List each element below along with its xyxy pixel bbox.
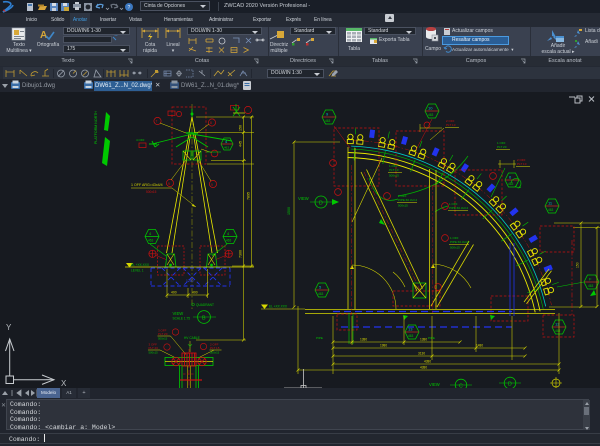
svg-text:8: 8 xyxy=(210,121,212,125)
svg-text:463: 463 xyxy=(148,239,154,243)
svg-text:1250: 1250 xyxy=(186,279,194,283)
svg-text:4380: 4380 xyxy=(424,360,431,364)
svg-text:LEVEL 1: LEVEL 1 xyxy=(131,269,144,273)
svg-text:1380: 1380 xyxy=(360,338,367,342)
svg-text:F: F xyxy=(589,277,592,282)
svg-text:10: 10 xyxy=(428,106,433,111)
svg-text:463: 463 xyxy=(428,113,434,117)
svg-text:EL +XX.XXX: EL +XX.XXX xyxy=(269,305,288,309)
svg-text:SCALE 1:75: SCALE 1:75 xyxy=(173,317,191,321)
svg-text:7: 7 xyxy=(156,120,158,124)
svg-text:500x15: 500x15 xyxy=(210,351,220,355)
svg-text:B: B xyxy=(202,316,206,322)
svg-text:400: 400 xyxy=(192,291,198,295)
svg-text:7895: 7895 xyxy=(247,192,251,200)
svg-text:1500: 1500 xyxy=(287,207,291,215)
svg-text:463: 463 xyxy=(555,329,561,333)
svg-text:463: 463 xyxy=(318,292,324,296)
svg-text:9: 9 xyxy=(326,112,329,117)
svg-text:3130: 3130 xyxy=(418,352,425,356)
svg-text:500x15: 500x15 xyxy=(398,204,408,208)
svg-text:D: D xyxy=(319,201,323,207)
svg-text:1 OFF ARG=43x4/4: 1 OFF ARG=43x4/4 xyxy=(131,183,163,187)
svg-text:PLT 20: PLT 20 xyxy=(158,332,168,336)
svg-text:PLT 10: PLT 10 xyxy=(389,168,399,172)
svg-text:HV CABLE: HV CABLE xyxy=(184,336,200,340)
svg-text:7300: 7300 xyxy=(239,250,243,258)
svg-text:463: 463 xyxy=(325,119,331,123)
svg-text:EL +XX.XXX: EL +XX.XXX xyxy=(131,263,150,267)
svg-text:PIPE 60.3x3.6: PIPE 60.3x3.6 xyxy=(450,240,470,244)
svg-text:PIPE: PIPE xyxy=(428,336,435,340)
svg-text:463: 463 xyxy=(548,208,554,212)
svg-text:X: X xyxy=(61,379,67,388)
svg-text:4 OFF: 4 OFF xyxy=(136,138,145,142)
svg-text:Y: Y xyxy=(6,323,12,332)
svg-text:1980: 1980 xyxy=(380,344,387,348)
svg-text:PLT 10: PLT 10 xyxy=(446,123,456,127)
svg-text:?: ? xyxy=(128,5,131,11)
svg-text:VIEW: VIEW xyxy=(298,196,309,201)
svg-text:6: 6 xyxy=(509,175,512,180)
svg-text:4: 4 xyxy=(149,231,152,236)
svg-text:463: 463 xyxy=(226,239,232,243)
svg-text:PIPE 60.3x3.2: PIPE 60.3x3.2 xyxy=(449,206,469,210)
svg-text:QUADRANT: QUADRANT xyxy=(196,303,214,307)
svg-text:400: 400 xyxy=(171,291,177,295)
svg-text:11: 11 xyxy=(548,201,553,206)
svg-text:PLT 20: PLT 20 xyxy=(497,145,507,149)
svg-text:150: 150 xyxy=(239,125,243,131)
svg-text:VIEW: VIEW xyxy=(429,382,440,387)
svg-text:PIPE: PIPE xyxy=(316,336,323,340)
svg-text:4380: 4380 xyxy=(420,366,427,370)
svg-text:463: 463 xyxy=(224,146,229,150)
svg-text:500x15: 500x15 xyxy=(146,190,157,194)
svg-text:463: 463 xyxy=(588,284,594,288)
svg-text:150: 150 xyxy=(576,262,580,268)
svg-text:9: 9 xyxy=(168,182,170,186)
svg-text:D: D xyxy=(508,382,512,388)
svg-text:5: 5 xyxy=(319,285,322,290)
svg-text:463: 463 xyxy=(408,334,414,338)
svg-text:VIEW: VIEW xyxy=(173,311,184,316)
svg-text:PLT 10: PLT 10 xyxy=(517,162,527,166)
svg-text:4: 4 xyxy=(225,139,228,144)
svg-text:1480: 1480 xyxy=(476,344,483,348)
svg-text:500x15: 500x15 xyxy=(158,337,168,341)
svg-text:PLT 15: PLT 15 xyxy=(210,346,220,350)
svg-text:PLATFORM NORTH: PLATFORM NORTH xyxy=(94,111,98,144)
svg-text:13: 13 xyxy=(408,327,413,332)
svg-text:500x15: 500x15 xyxy=(389,174,399,178)
svg-text:445: 445 xyxy=(239,141,243,147)
svg-text:4: 4 xyxy=(227,231,230,236)
svg-text:1380: 1380 xyxy=(420,338,427,342)
svg-text:PLT 20: PLT 20 xyxy=(149,346,159,350)
svg-text:12: 12 xyxy=(555,322,560,327)
svg-text:500x15: 500x15 xyxy=(149,351,159,355)
svg-text:A: A xyxy=(40,30,47,41)
svg-text:9: 9 xyxy=(211,183,213,187)
svg-text:PIPE 60.3x3.2: PIPE 60.3x3.2 xyxy=(398,198,418,202)
svg-text:500x15: 500x15 xyxy=(450,246,460,250)
